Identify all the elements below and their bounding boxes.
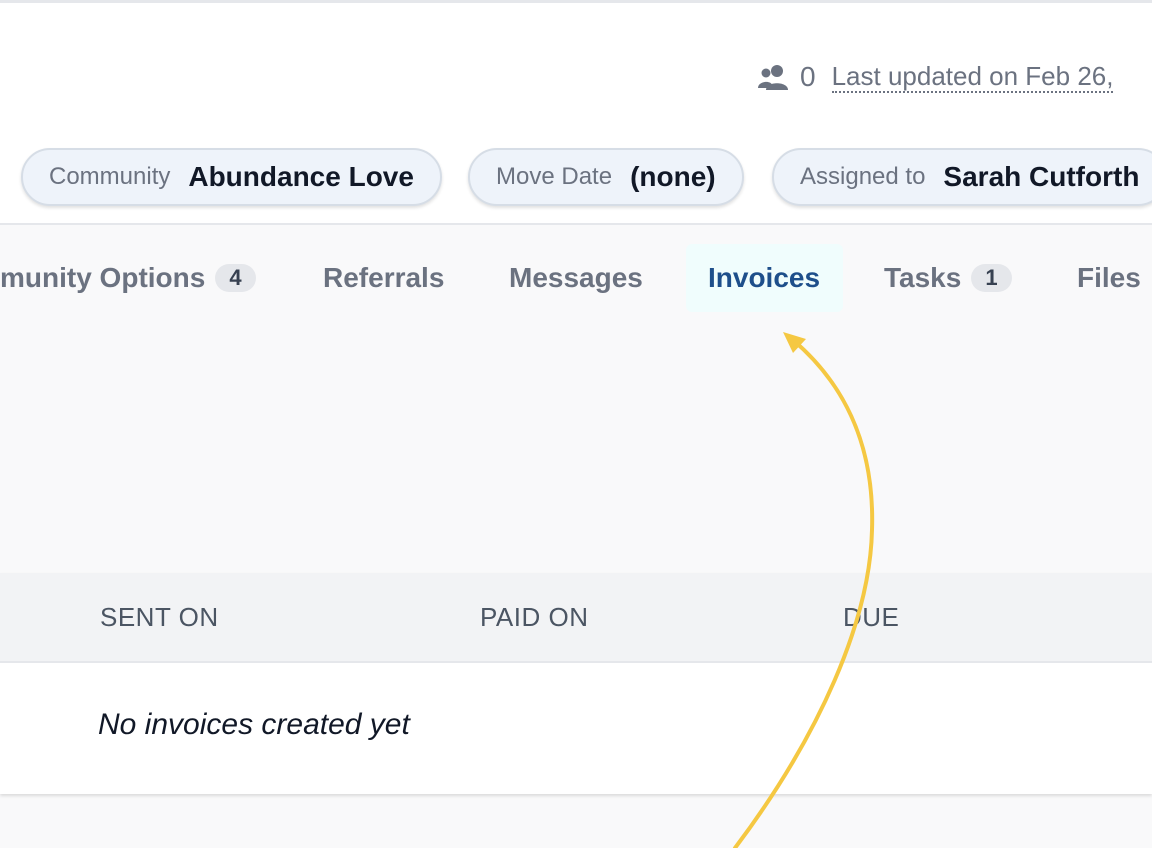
tab-label: munity Options xyxy=(0,262,206,293)
tab-label: Invoices xyxy=(708,262,821,293)
tab-files[interactable]: Files xyxy=(1077,244,1141,312)
tab-label: Files xyxy=(1077,262,1141,293)
move-date-pill[interactable]: Move Date (none) xyxy=(468,148,744,206)
assigned-to-pill[interactable]: Assigned to Sarah Cutforth xyxy=(772,148,1152,206)
tab-community-options[interactable]: munity Options 4 xyxy=(0,244,256,312)
assigned-to-value: Sarah Cutforth xyxy=(943,161,1140,192)
invoices-table: SENT ON PAID ON DUE No invoices created … xyxy=(0,573,1152,794)
tab-count-badge: 4 xyxy=(215,264,256,292)
move-date-value: (none) xyxy=(630,161,716,192)
tab-count-badge: 1 xyxy=(971,264,1012,292)
followers-count: 0 xyxy=(800,61,816,92)
community-label: Community xyxy=(49,163,171,190)
last-updated-link[interactable]: Last updated on Feb 26, xyxy=(831,61,1114,93)
community-value: Abundance Love xyxy=(188,161,414,192)
tab-label: Messages xyxy=(509,262,643,293)
record-meta: 0 Last updated on Feb 26, xyxy=(758,61,1114,93)
column-header-paid-on: PAID ON xyxy=(480,601,589,632)
column-header-due: DUE xyxy=(843,601,900,632)
tab-referrals[interactable]: Referrals xyxy=(323,244,444,312)
tab-tasks[interactable]: Tasks 1 xyxy=(884,244,1012,312)
record-tabs: munity Options 4 Referrals Messages Invo… xyxy=(0,244,1152,312)
tab-messages[interactable]: Messages xyxy=(509,244,643,312)
empty-state-message: No invoices created yet xyxy=(98,708,410,741)
tab-label: Tasks xyxy=(884,262,962,293)
move-date-label: Move Date xyxy=(496,163,613,190)
users-icon[interactable] xyxy=(758,63,790,91)
tab-invoices[interactable]: Invoices xyxy=(686,244,843,312)
table-header: SENT ON PAID ON DUE xyxy=(0,573,1152,663)
assigned-to-label: Assigned to xyxy=(800,163,926,190)
column-header-sent-on: SENT ON xyxy=(100,601,219,632)
community-pill[interactable]: Community Abundance Love xyxy=(21,148,442,206)
tab-label: Referrals xyxy=(323,262,445,293)
